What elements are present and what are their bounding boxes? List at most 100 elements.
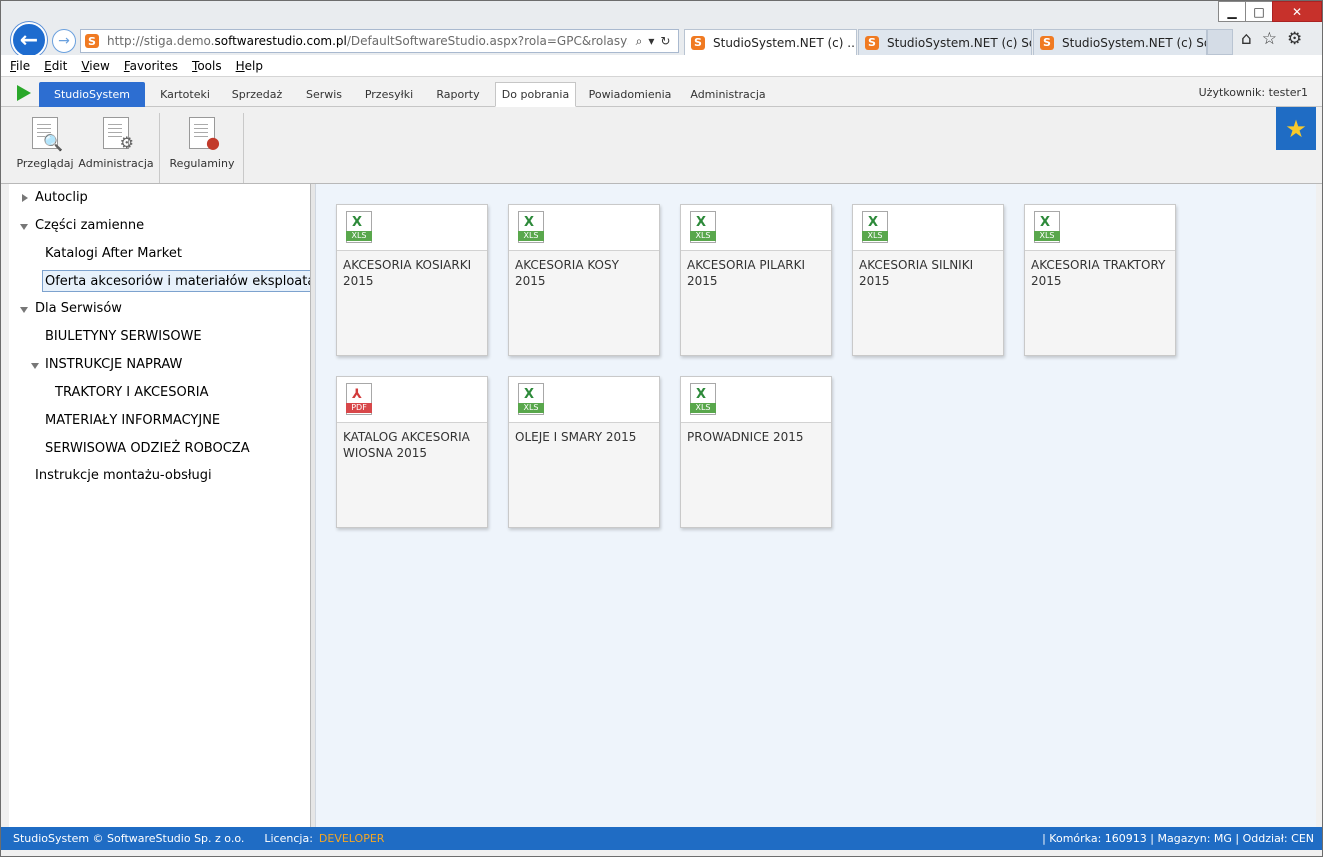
maximize-button[interactable]: □	[1245, 1, 1273, 22]
tab-kartoteki[interactable]: Kartoteki	[151, 82, 219, 107]
collapse-arrow-icon[interactable]	[20, 224, 28, 230]
tab-raporty[interactable]: Raporty	[425, 82, 491, 107]
play-icon[interactable]	[17, 85, 31, 101]
copyright-text: StudioSystem © SoftwareStudio Sp. z o.o.	[13, 832, 245, 845]
tile-header: X XLS	[681, 205, 831, 251]
tab-powiadomienia[interactable]: Powiadomienia	[583, 82, 677, 107]
license-label: Licencja:	[264, 832, 313, 845]
tree-node-biuletyny[interactable]: BIULETYNY SERWISOWE	[45, 326, 202, 348]
close-window-button[interactable]: ✕	[1272, 1, 1322, 22]
search-icon[interactable]: ⌕	[636, 34, 643, 49]
brand-tab[interactable]: StudioSystem	[39, 82, 145, 107]
status-bar: StudioSystem © SoftwareStudio Sp. z o.o.…	[1, 827, 1322, 850]
tile-header: X XLS	[509, 377, 659, 423]
file-grid: X XLS AKCESORIA KOSIARKI 2015 X XLS AKCESO…	[315, 184, 1316, 827]
address-bar[interactable]: S http://stiga.demo.softwarestudio.com.p…	[80, 29, 679, 53]
menu-view[interactable]: View	[81, 59, 109, 73]
tree-node-odziez[interactable]: SERWISOWA ODZIEŻ ROBOCZA	[45, 438, 250, 460]
address-tools: ⌕ ▾ ↻	[628, 34, 678, 49]
session-info: | Komórka: 160913 | Magazyn: MG | Oddzia…	[1042, 832, 1314, 845]
file-tile[interactable]: X XLS AKCESORIA TRAKTORY 2015	[1024, 204, 1176, 356]
collapse-arrow-icon[interactable]	[31, 363, 39, 369]
browser-tab-1[interactable]: S StudioSystem.NET (c) ... ✕	[684, 29, 857, 55]
tree-node-katalogi[interactable]: Katalogi After Market	[45, 243, 182, 265]
settings-gear-icon[interactable]: ⚙	[1287, 29, 1302, 51]
tab-favicon-icon: S	[691, 35, 705, 50]
site-favicon-icon: S	[85, 34, 99, 48]
url-text[interactable]: http://stiga.demo.softwarestudio.com.pl/…	[107, 34, 628, 48]
tab-favicon-icon: S	[865, 35, 879, 50]
tab-favicon-icon: S	[1040, 35, 1054, 50]
browser-tab-3[interactable]: S StudioSystem.NET (c) Sof...	[1033, 29, 1207, 55]
browser-titlebar: ▁ □ ✕ ← → S http://stiga.demo.softwarest…	[1, 1, 1322, 58]
browser-tab-2[interactable]: S StudioSystem.NET (c) Sof...	[858, 29, 1032, 55]
browser-toolbar-icons: ⌂ ☆ ⚙	[1241, 29, 1321, 51]
tree-node-instrukcje-napraw[interactable]: INSTRUKCJE NAPRAW	[45, 354, 182, 376]
tab-administracja[interactable]: Administracja	[683, 82, 773, 107]
tab-label: StudioSystem.NET (c) Sof...	[1062, 35, 1206, 50]
expand-arrow-icon[interactable]	[22, 194, 28, 202]
xls-file-icon: X XLS	[346, 211, 372, 243]
arrow-left-icon: ←	[19, 27, 39, 53]
xls-file-icon: X XLS	[518, 383, 544, 415]
file-tile[interactable]: X XLS PROWADNICE 2015	[680, 376, 832, 528]
xls-file-icon: X XLS	[690, 383, 716, 415]
file-name: AKCESORIA SILNIKI 2015	[859, 258, 974, 288]
file-name: OLEJE I SMARY 2015	[515, 430, 637, 444]
file-tile[interactable]: X XLS AKCESORIA SILNIKI 2015	[852, 204, 1004, 356]
forward-button[interactable]: →	[52, 29, 76, 53]
tile-header: X XLS	[1025, 205, 1175, 251]
new-tab-button[interactable]	[1207, 29, 1233, 55]
file-tile[interactable]: ⅄ PDF KATALOG AKCESORIA WIOSNA 2015	[336, 376, 488, 528]
tile-header: ⅄ PDF	[337, 377, 487, 423]
file-tile[interactable]: X XLS OLEJE I SMARY 2015	[508, 376, 660, 528]
tile-header: X XLS	[853, 205, 1003, 251]
tab-serwis[interactable]: Serwis	[295, 82, 353, 107]
url-suffix: /DefaultSoftwareStudio.aspx?rola=GPC&rol…	[346, 34, 628, 48]
url-domain: softwarestudio.com.pl	[214, 34, 347, 48]
url-prefix: http://stiga.demo.	[107, 34, 215, 48]
tab-do-pobrania[interactable]: Do pobrania	[495, 82, 576, 107]
minimize-button[interactable]: ▁	[1218, 1, 1246, 22]
dropdown-icon[interactable]: ▾	[648, 34, 654, 49]
tree-node-traktory[interactable]: TRAKTORY I AKCESORIA	[55, 382, 209, 404]
administration-button[interactable]: ⚙ Administracja	[78, 115, 154, 179]
tree-node-instrukcje-montazu[interactable]: Instrukcje montażu-obsługi	[35, 465, 212, 487]
file-name: AKCESORIA PILARKI 2015	[687, 258, 806, 288]
file-tile[interactable]: X XLS AKCESORIA KOSY 2015	[508, 204, 660, 356]
tree-node-czesci-zamienne[interactable]: Części zamienne	[35, 215, 144, 237]
tree-node-materialy[interactable]: MATERIAŁY INFORMACYJNE	[45, 410, 220, 432]
menu-help[interactable]: Help	[236, 59, 263, 73]
file-tile[interactable]: X XLS AKCESORIA KOSIARKI 2015	[336, 204, 488, 356]
menu-tools[interactable]: Tools	[192, 59, 222, 73]
current-user: Użytkownik: tester1	[1198, 86, 1308, 99]
menu-favorites[interactable]: Favorites	[124, 59, 178, 73]
refresh-icon[interactable]: ↻	[660, 34, 670, 49]
tab-sprzedaz[interactable]: Sprzedaż	[223, 82, 291, 107]
tile-header: X XLS	[681, 377, 831, 423]
home-icon[interactable]: ⌂	[1241, 29, 1252, 51]
favorites-star-icon[interactable]: ☆	[1262, 29, 1277, 51]
tab-label: StudioSystem.NET (c) ...	[713, 35, 857, 50]
back-button[interactable]: ←	[11, 22, 47, 58]
browser-window: ▁ □ ✕ ← → S http://stiga.demo.softwarest…	[0, 0, 1323, 857]
browse-label: Przeglądaj	[16, 157, 74, 170]
tab-przesylki[interactable]: Przesyłki	[357, 82, 421, 107]
tree-node-autoclip[interactable]: Autoclip	[35, 187, 88, 209]
tree-node-oferta-selected[interactable]: Oferta akcesoriów i materiałów eksploata…	[42, 270, 310, 292]
browse-button[interactable]: 🔍 Przeglądaj	[16, 115, 74, 179]
file-tile[interactable]: X XLS AKCESORIA PILARKI 2015	[680, 204, 832, 356]
app-nav-bar: StudioSystem Kartoteki Sprzedaż Serwis P…	[1, 77, 1322, 107]
magnifier-icon: 🔍	[32, 117, 63, 152]
ribbon-separator	[159, 113, 160, 183]
xls-file-icon: X XLS	[690, 211, 716, 243]
regulations-button[interactable]: ● Regulaminy	[169, 115, 235, 179]
favorite-star-button[interactable]: ★	[1276, 107, 1316, 150]
collapse-arrow-icon[interactable]	[20, 307, 28, 313]
tree-node-dla-serwisow[interactable]: Dla Serwisów	[35, 298, 122, 320]
license-value: DEVELOPER	[318, 832, 385, 845]
category-tree: Autoclip Części zamienne Katalogi After …	[9, 184, 311, 827]
xls-file-icon: X XLS	[518, 211, 544, 243]
menu-edit[interactable]: Edit	[44, 59, 67, 73]
menu-file[interactable]: File	[10, 59, 30, 73]
